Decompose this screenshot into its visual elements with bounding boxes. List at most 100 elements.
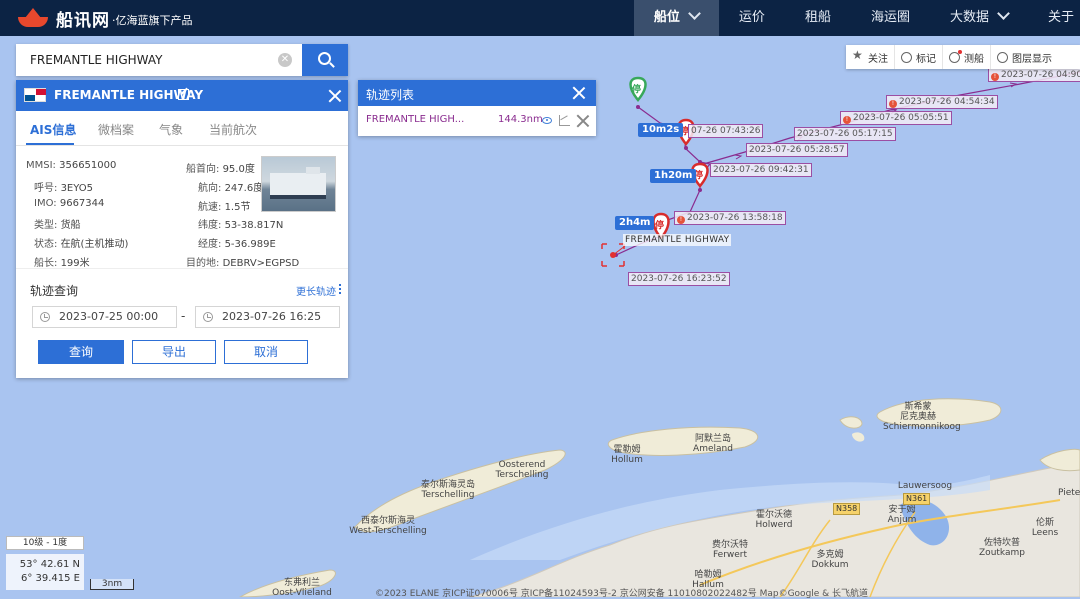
track-list-header: 轨迹列表: [358, 80, 596, 106]
nav-item-ship-position[interactable]: 船位: [633, 0, 719, 36]
search-button[interactable]: [302, 44, 348, 76]
top-navbar: 船讯网 ·亿海蓝旗下产品 船位 运价 租船 海运圈 大数据 关于: [0, 0, 1080, 36]
layer-display-button[interactable]: 图层显示: [991, 45, 1058, 69]
close-icon[interactable]: [576, 114, 590, 128]
ship-logo-icon: [16, 7, 50, 29]
nav-item-freight[interactable]: 运价: [719, 0, 785, 36]
map-label-zoutkamp: 佐特坎普 Zoutkamp: [979, 538, 1025, 558]
search-icon: [318, 52, 331, 65]
longitude-readout: 6° 39.415 E: [20, 573, 80, 584]
nav-item-shipping-circle[interactable]: 海运圈: [851, 0, 930, 36]
ais-field-status: 状态: 在航(主机推动): [34, 239, 129, 250]
track-time-label[interactable]: ! 2023-07-26 05:05:51: [840, 111, 952, 125]
map-label-terschelling: 泰尔斯海灵岛 Terschelling: [420, 480, 475, 500]
map-label-leens: 伦斯 Leens: [1031, 518, 1059, 538]
ais-field-latitude: 纬度: 53-38.817N: [198, 220, 284, 231]
measure-icon: [949, 49, 962, 63]
more-options-icon[interactable]: [339, 284, 343, 294]
query-button[interactable]: 查询: [38, 340, 124, 364]
track-distance: 144.3nm: [498, 114, 543, 125]
nav-item-about[interactable]: 关于: [1028, 0, 1080, 36]
stop-duration-badge: 10m2s: [638, 123, 684, 137]
brand-name: 船讯网: [56, 10, 110, 31]
map-label-lauwersoog: Lauwersoog: [897, 481, 953, 491]
ais-field-type: 类型: 货船: [34, 220, 81, 231]
tab-current-voyage[interactable]: 当前航次: [209, 121, 257, 138]
layers-icon: [997, 51, 1008, 63]
map-toolbar: 关注 标记 测船 图层显示: [846, 45, 1080, 69]
eye-icon[interactable]: [542, 117, 552, 124]
map-label-vlieland: 东弗利兰 Oost-Vlieland: [272, 578, 332, 598]
longer-track-link[interactable]: 更长轨迹: [296, 283, 336, 298]
track-query-title: 轨迹查询: [30, 284, 79, 298]
map-label-dokkum: 多克姆 Dokkum: [811, 550, 849, 570]
panama-flag-icon: [24, 88, 46, 102]
map-label-ferwert: 费尔沃特 Ferwert: [711, 540, 748, 560]
close-icon[interactable]: [328, 89, 342, 103]
track-time-label[interactable]: ! 2023-07-26 04:90: [988, 68, 1080, 82]
tab-micro-archive[interactable]: 微档案: [98, 121, 134, 138]
mark-button[interactable]: 标记: [895, 45, 943, 69]
ais-field-heading: 船首向: 95.0度: [186, 164, 255, 175]
stop-pin-label: 停: [655, 221, 665, 231]
nav-item-big-data[interactable]: 大数据: [930, 0, 1028, 36]
search-input[interactable]: [16, 44, 298, 76]
tab-weather[interactable]: 气象: [159, 121, 183, 138]
track-time-label[interactable]: 2023-07-26 05:17:15: [794, 127, 896, 141]
nav-item-charter[interactable]: 租船: [785, 0, 851, 36]
road-sign-n361: N361: [903, 493, 931, 505]
ship-name-map-label[interactable]: FREMANTLE HIGHWAY: [623, 234, 732, 246]
ship-info-panel: FREMANTLE HIGHWAY AIS信息 微档案 气象 当前航次 MMSI…: [16, 80, 348, 378]
map-label-hollum: 霍勒姆 Hollum: [611, 445, 643, 465]
section-divider: [16, 268, 348, 269]
zoom-level-indicator: 10级 - 1度: [6, 536, 84, 550]
follow-button[interactable]: 关注: [846, 45, 895, 69]
close-icon[interactable]: [572, 86, 586, 100]
brand-sub: ·亿海蓝旗下产品: [112, 14, 193, 27]
map-label-west-terschelling: 西泰尔斯海灵 West-Terschelling: [349, 516, 427, 536]
ais-field-callsign: 呼号: 3EYO5: [34, 183, 94, 194]
track-ship-name: FREMANTLE HIGH...: [366, 114, 465, 125]
start-pin-label: 停: [632, 85, 642, 95]
track-time-label[interactable]: 2023-07-26 05:28:57: [746, 143, 848, 157]
map-label-anjum: 安于姆 Anjum: [887, 505, 917, 525]
ais-field-speed: 航速: 1.5节: [198, 202, 251, 213]
clear-icon[interactable]: ✕: [278, 53, 292, 67]
ship-photo[interactable]: [261, 156, 336, 212]
track-list-title: 轨迹列表: [366, 88, 415, 102]
map-label-pieter: Pieter: [1058, 488, 1080, 498]
stop-duration-badge: 1h20m: [650, 169, 697, 183]
ship-info-tabs: AIS信息 微档案 气象 当前航次: [16, 111, 348, 146]
cancel-button[interactable]: 取消: [224, 340, 308, 364]
track-time-label[interactable]: ! 2023-07-26 13:58:18: [674, 211, 786, 225]
tag-icon: [901, 51, 912, 63]
map-label-holwerd: 霍尔沃德 Holwerd: [755, 510, 793, 530]
clock-icon: [203, 312, 213, 322]
road-sign-n358: N358: [833, 503, 861, 515]
main-nav: 船位 运价 租船 海运圈 大数据 关于: [633, 0, 1080, 36]
tab-ais-info[interactable]: AIS信息: [30, 121, 76, 138]
ais-field-imo: IMO: 9667344: [34, 198, 105, 209]
date-range-separator: -: [181, 309, 186, 323]
copyright-text: ©2023 ELANE 京ICP证070006号 京ICP备11024593号-…: [375, 589, 869, 599]
ship-info-header: FREMANTLE HIGHWAY: [16, 80, 348, 111]
track-time-label[interactable]: ! 2023-07-26 04:54:34: [886, 95, 998, 109]
track-list-item[interactable]: FREMANTLE HIGH... 144.3nm: [358, 106, 596, 136]
ais-field-destination: 目的地: DEBRV>EGPSD: [186, 258, 300, 269]
track-list-panel: 轨迹列表 FREMANTLE HIGH... 144.3nm: [358, 80, 596, 136]
track-time-label[interactable]: 2023-07-26 16:23:52: [628, 272, 730, 286]
measure-button[interactable]: 测船: [943, 45, 991, 69]
start-time-field[interactable]: 2023-07-25 00:00: [32, 306, 177, 328]
cursor-coordinates: 53° 42.61 N 6° 39.415 E: [6, 554, 84, 590]
chart-icon[interactable]: [559, 115, 570, 126]
stop-duration-badge: 2h4m: [615, 216, 655, 230]
end-time-field[interactable]: 2023-07-26 16:25: [195, 306, 340, 328]
track-time-label[interactable]: 2023-07-26 09:42:31: [710, 163, 812, 177]
chevron-down-icon: [997, 7, 1010, 20]
brand-logo[interactable]: 船讯网 ·亿海蓝旗下产品: [16, 6, 193, 31]
track-time-label[interactable]: 07-26 07:43:26: [688, 124, 764, 138]
scale-bar: 3nm: [90, 579, 134, 590]
export-button[interactable]: 导出: [132, 340, 216, 364]
edit-icon[interactable]: [178, 89, 189, 100]
chevron-down-icon: [688, 7, 701, 20]
